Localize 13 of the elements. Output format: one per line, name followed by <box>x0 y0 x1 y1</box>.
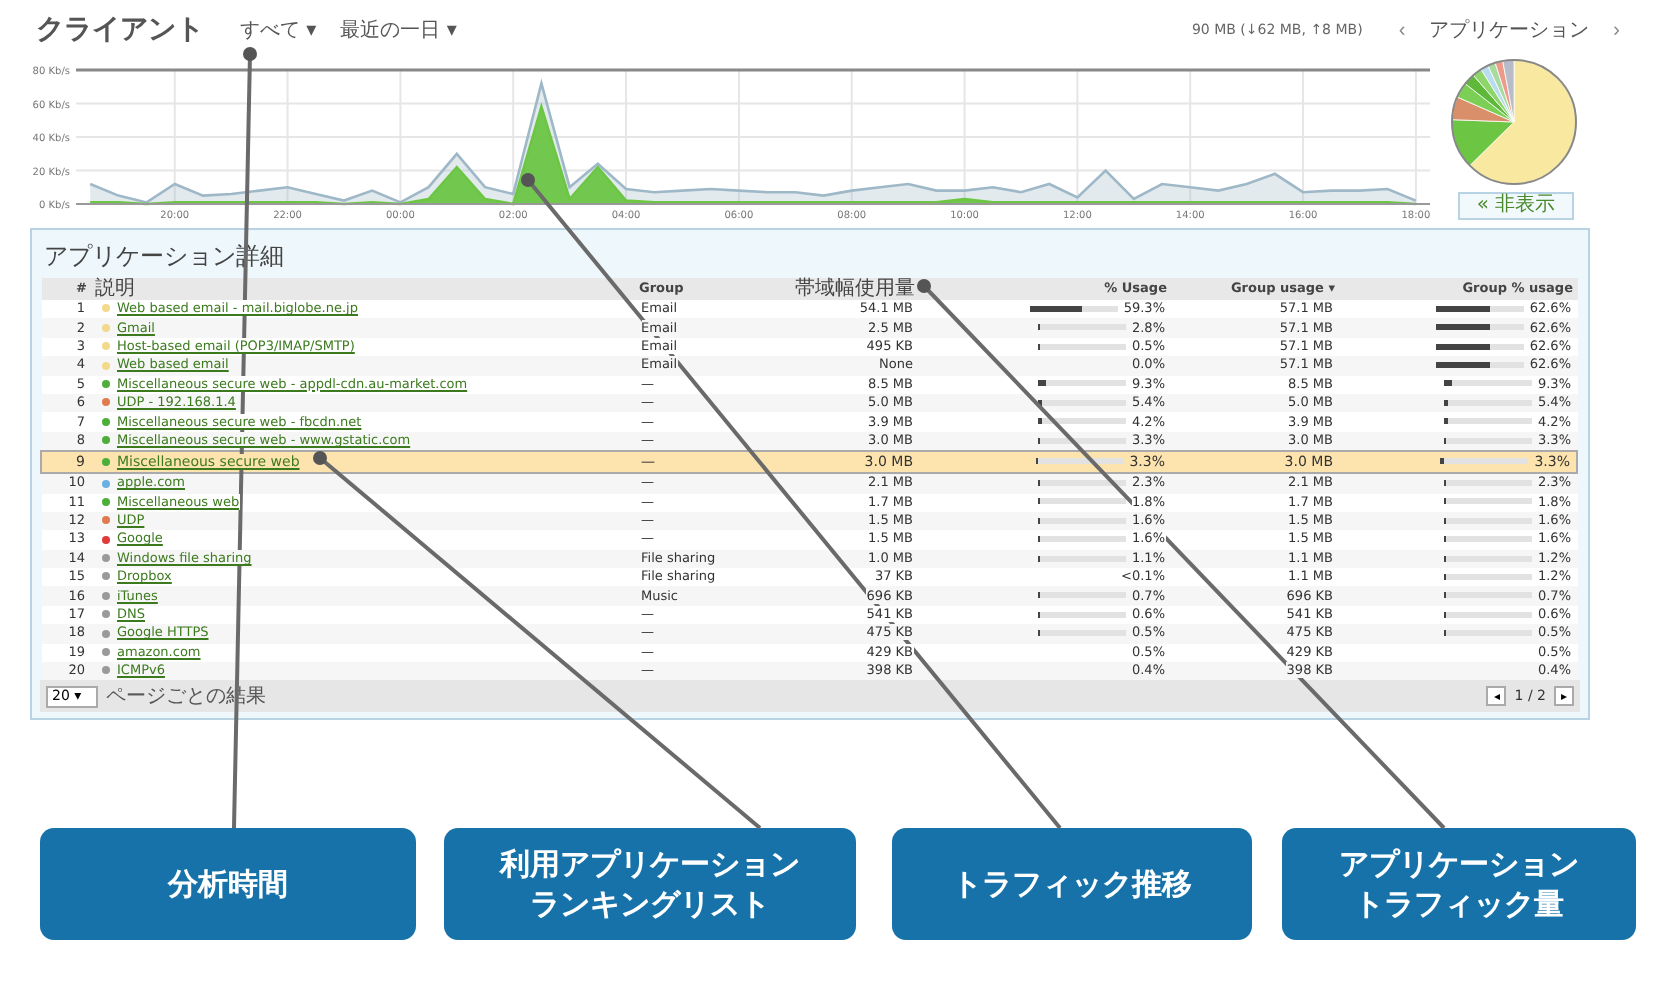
filter-dropdown[interactable]: 最近の一日 ▾ <box>336 16 461 44</box>
next-button[interactable]: › <box>1605 19 1628 41</box>
column-header[interactable]: 帯域幅使用量 <box>775 278 919 300</box>
pie-label: アプリケーション <box>1429 17 1590 44</box>
callout-label: トラフィック推移 <box>892 828 1252 940</box>
callout-label: アプリケーション トラフィック量 <box>1282 828 1636 940</box>
hide-button[interactable]: « 非表示 <box>1458 192 1574 220</box>
callout-label: 利用アプリケーション ランキングリスト <box>444 828 856 940</box>
page-title: クライアント <box>36 12 204 48</box>
previous-button[interactable]: ‹ <box>1390 19 1414 41</box>
column-header: 説明 <box>91 278 635 300</box>
callout-label: 分析時間 <box>40 828 416 940</box>
filter-dropdown[interactable]: すべて ▾ <box>236 16 321 44</box>
